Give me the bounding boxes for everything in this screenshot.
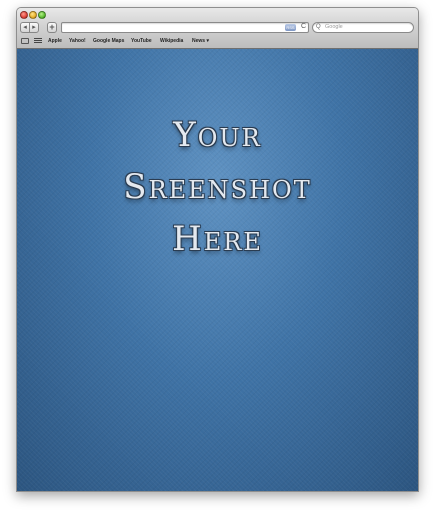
headline-line-1: Your [173, 115, 262, 155]
close-window-button[interactable] [20, 11, 28, 19]
bookmarks-book-icon[interactable] [21, 38, 29, 44]
browser-toolbar: ◂ ▸ + RSS C Q Google Apple Yahoo! Google… [17, 8, 418, 49]
forward-button[interactable]: ▸ [29, 22, 39, 33]
bookmarks-bar: Apple Yahoo! Google Maps YouTube Wikiped… [17, 36, 418, 47]
add-bookmark-button[interactable]: + [47, 22, 57, 33]
browser-window: ◂ ▸ + RSS C Q Google Apple Yahoo! Google… [16, 7, 419, 492]
bookmark-apple[interactable]: Apple [48, 36, 62, 47]
bookmark-news-menu[interactable]: News ▾ [192, 36, 209, 47]
forward-arrow-icon: ▸ [32, 24, 36, 31]
headline-line-2: Sreenshot [123, 167, 312, 207]
top-sites-grid-icon[interactable] [34, 38, 42, 44]
plus-icon: + [49, 22, 55, 32]
bookmark-wikipedia[interactable]: Wikipedia [160, 36, 183, 47]
reload-icon[interactable]: C [301, 22, 306, 32]
bookmark-yahoo[interactable]: Yahoo! [69, 36, 86, 47]
bookmark-google-maps[interactable]: Google Maps [93, 36, 124, 47]
address-bar[interactable]: RSS C [61, 22, 309, 33]
headline-line-3: Here [172, 219, 263, 259]
minimize-window-button[interactable] [29, 11, 37, 19]
search-input[interactable]: Q Google [312, 22, 414, 33]
bookmark-youtube[interactable]: YouTube [131, 36, 152, 47]
search-icon: Q [316, 24, 321, 30]
zoom-window-button[interactable] [38, 11, 46, 19]
back-arrow-icon: ◂ [23, 24, 27, 31]
search-placeholder: Google [325, 24, 343, 30]
page-content: Your Sreenshot Here [17, 49, 418, 491]
rss-label: RSS [286, 25, 295, 30]
rss-badge[interactable]: RSS [285, 24, 296, 31]
